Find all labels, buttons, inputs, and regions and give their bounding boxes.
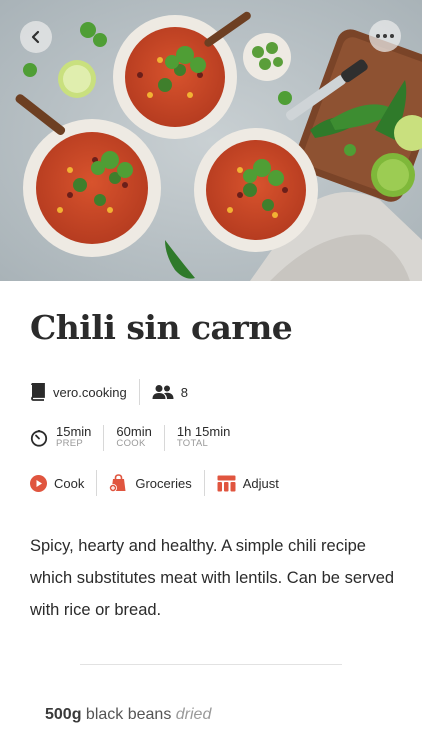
prep-time: 15min PREP (56, 424, 92, 450)
divider (96, 470, 98, 496)
recipe-hero-image (0, 0, 422, 281)
ingredient-quantity: 500g (45, 706, 82, 723)
divider (203, 470, 205, 496)
ingredient-note: dried (175, 706, 212, 723)
grocery-bag-icon (109, 474, 128, 492)
recipe-title: Chili sin carne (30, 308, 293, 347)
total-time: 1h 15min TOTAL (176, 424, 231, 450)
book-icon (30, 383, 46, 401)
cook-time-label: COOK (116, 438, 146, 449)
cook-time: 60min COOK (116, 424, 152, 450)
total-time-label: TOTAL (176, 438, 209, 449)
servings-control[interactable]: 8 (152, 384, 188, 400)
recipe-actions-row: Cook Groceries Adjust (30, 468, 279, 498)
back-button[interactable] (20, 21, 52, 53)
recipe-times-row: 15min PREP 60min COOK 1h 15min TOTAL (30, 423, 230, 453)
divider (103, 425, 105, 451)
total-time-value: 1h 15min (176, 424, 231, 439)
groceries-button-label: Groceries (135, 475, 192, 491)
more-horizontal-icon (376, 34, 394, 38)
ingredient-name: black beans (85, 706, 172, 723)
section-divider (80, 664, 342, 665)
adjust-icon (217, 475, 236, 492)
groceries-button[interactable]: Groceries (109, 474, 192, 492)
recipe-description: Spicy, hearty and healthy. A simple chil… (30, 537, 395, 619)
source-name: vero.cooking (53, 384, 127, 400)
chevron-left-icon (31, 30, 40, 44)
divider (138, 379, 140, 405)
cook-time-value: 60min (116, 424, 152, 439)
play-circle-icon (30, 474, 47, 492)
recipe-meta-row: vero.cooking 8 (30, 377, 188, 407)
cook-button-label: Cook (54, 475, 85, 491)
prep-time-value: 15min (56, 424, 92, 439)
cook-button[interactable]: Cook (30, 474, 85, 492)
servings-count: 8 (180, 384, 188, 400)
timer-icon (30, 429, 48, 447)
divider (163, 425, 165, 451)
prep-time-label: PREP (56, 438, 84, 449)
adjust-button[interactable]: Adjust (217, 475, 279, 492)
adjust-button-label: Adjust (242, 475, 279, 491)
source-link[interactable]: vero.cooking (30, 383, 127, 401)
more-options-button[interactable] (369, 20, 401, 52)
ingredient-item[interactable]: 500g black beans dried (45, 706, 211, 724)
people-icon (152, 384, 174, 400)
